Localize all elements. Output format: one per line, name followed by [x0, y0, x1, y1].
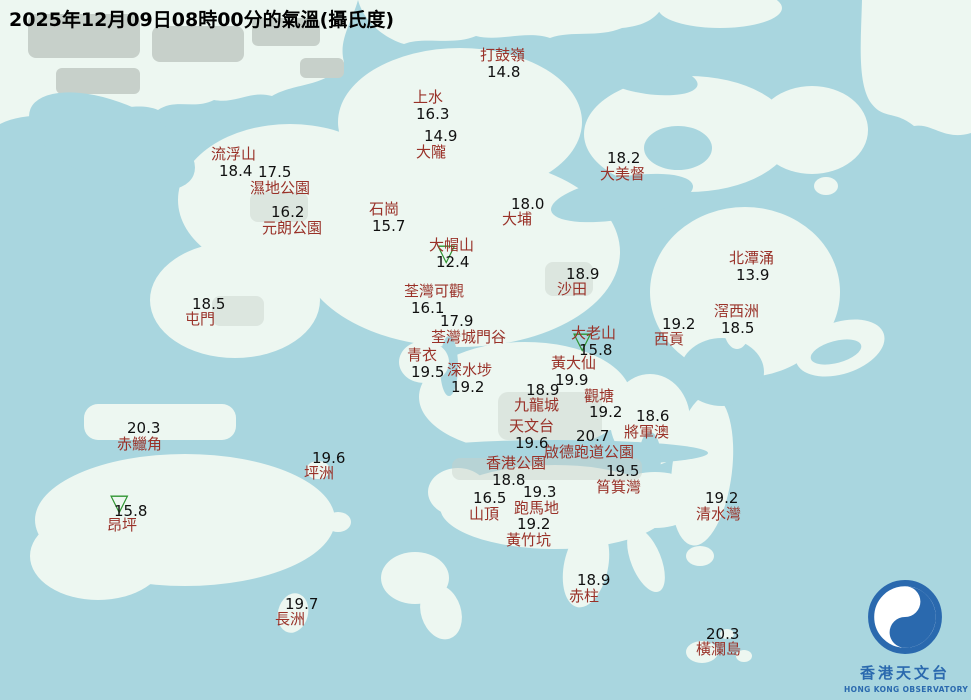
station-name: 長洲 [275, 611, 305, 628]
station-temperature: 19.2 [451, 379, 484, 396]
station-temperature: 19.3 [523, 484, 556, 501]
station-temperature: 18.9 [526, 382, 559, 399]
station-temperature: 19.5 [411, 364, 444, 381]
station-name: 大老山 [571, 325, 616, 342]
station-name: 清水灣 [696, 506, 741, 523]
station-temperature: 19.2 [705, 490, 738, 507]
station-temperature: 19.9 [555, 372, 588, 389]
station-name: 赤柱 [569, 588, 599, 605]
station-name: 大帽山 [429, 237, 474, 254]
station-temperature: 18.9 [577, 572, 610, 589]
station-temperature: 16.2 [271, 204, 304, 221]
station-name: 濕地公園 [250, 180, 310, 197]
station-temperature: 18.5 [721, 320, 754, 337]
station-temperature: 13.9 [736, 267, 769, 284]
hko-logo-name-zh: 香港天文台 [844, 662, 966, 683]
station-temperature: 15.8 [579, 342, 612, 359]
station-temperature: 18.2 [607, 150, 640, 167]
station-temperature: 17.9 [440, 313, 473, 330]
station-temperature: 14.8 [487, 64, 520, 81]
hko-logo: 香港天文台 HONG KONG OBSERVATORY [844, 578, 966, 694]
station-temperature: 19.7 [285, 596, 318, 613]
station-name: 上水 [413, 89, 443, 106]
station-temperature: 12.4 [436, 254, 469, 271]
station-name: 九龍城 [514, 397, 559, 414]
station-name: 大埔 [502, 211, 532, 228]
station-temperature: 19.6 [515, 435, 548, 452]
station-temperature: 18.4 [219, 163, 252, 180]
hko-logo-icon [866, 578, 944, 656]
station-name: 坪洲 [304, 465, 334, 482]
station-temperature: 14.9 [424, 128, 457, 145]
station-name: 赤鱲角 [117, 436, 162, 453]
station-temperature: 18.6 [636, 408, 669, 425]
station-name: 黃竹坑 [506, 532, 551, 549]
station-temperature: 16.3 [416, 106, 449, 123]
station-temperature: 20.3 [706, 626, 739, 643]
station-name: 深水埗 [447, 362, 492, 379]
station-temperature: 19.5 [606, 463, 639, 480]
station-name: 橫瀾島 [696, 641, 741, 658]
station-name: 元朗公園 [262, 220, 322, 237]
station-name: 沙田 [557, 281, 587, 298]
station-name: 石崗 [369, 201, 399, 218]
station-name: 山頂 [469, 506, 499, 523]
station-temperature: 18.0 [511, 196, 544, 213]
station-temperature: 15.8 [114, 503, 147, 520]
station-temperature: 19.6 [312, 450, 345, 467]
station-temperature: 16.5 [473, 490, 506, 507]
hko-logo-name-en: HONG KONG OBSERVATORY [844, 685, 966, 694]
station-name: 啟德跑道公園 [544, 444, 634, 461]
station-name: 西貢 [654, 331, 684, 348]
station-name: 天文台 [509, 418, 554, 435]
station-temperature: 17.5 [258, 164, 291, 181]
station-name: 打鼓嶺 [480, 47, 525, 64]
temperature-map: 2025年12月09日08時00分的氣溫(攝氏度) 打鼓嶺14.8上水16.3大… [0, 0, 971, 700]
station-name: 流浮山 [211, 146, 256, 163]
station-name: 大隴 [416, 144, 446, 161]
station-temperature: 18.8 [492, 472, 525, 489]
station-name: 大美督 [600, 166, 645, 183]
station-name: 荃灣可觀 [404, 283, 464, 300]
station-temperature: 18.9 [566, 266, 599, 283]
station-temperature: 19.2 [517, 516, 550, 533]
station-name: 將軍澳 [624, 424, 669, 441]
station-name: 荃灣城門谷 [431, 329, 506, 346]
station-temperature: 20.3 [127, 420, 160, 437]
station-name: 屯門 [185, 311, 215, 328]
station-name: 滘西洲 [714, 303, 759, 320]
station-temperature: 19.2 [662, 316, 695, 333]
station-name: 北潭涌 [729, 250, 774, 267]
station-name: 筲箕灣 [596, 479, 641, 496]
station-name: 青衣 [407, 347, 437, 364]
station-temperature: 15.7 [372, 218, 405, 235]
stations-layer: 打鼓嶺14.8上水16.3大隴14.9流浮山18.4濕地公園17.5元朗公園16… [0, 0, 971, 700]
station-name: 香港公園 [486, 455, 546, 472]
station-temperature: 19.2 [589, 404, 622, 421]
station-temperature: 18.5 [192, 296, 225, 313]
station-temperature: 20.7 [576, 428, 609, 445]
